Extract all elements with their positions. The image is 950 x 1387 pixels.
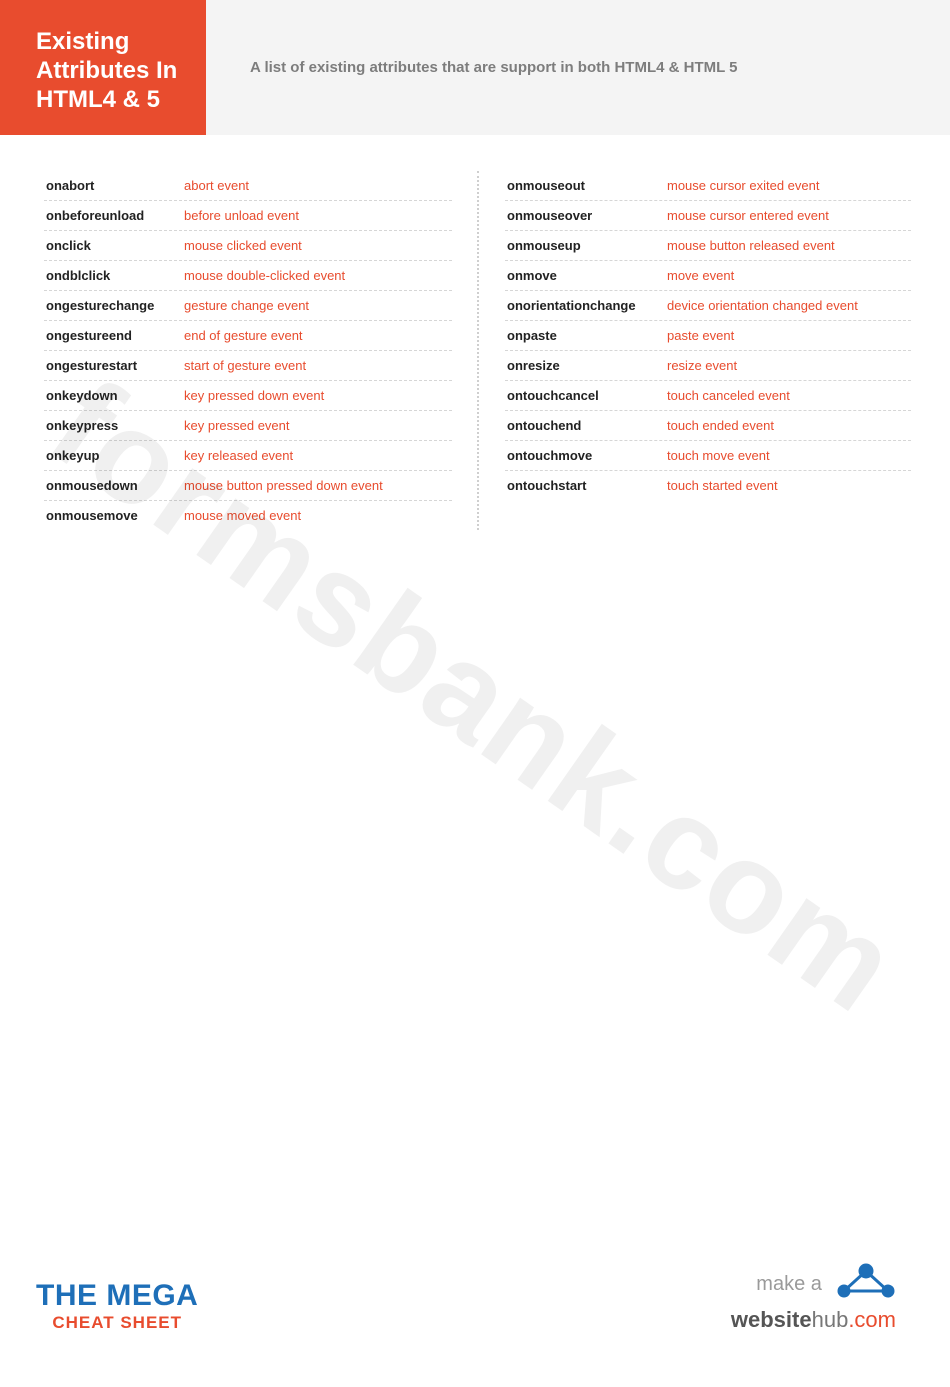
- mega-line2: CHEAT SHEET: [36, 1313, 198, 1333]
- attribute-name: onbeforeunload: [46, 208, 184, 223]
- attribute-description: key pressed down event: [184, 388, 324, 403]
- attribute-row: onkeypresskey pressed event: [44, 411, 452, 441]
- attribute-name: onmove: [507, 268, 667, 283]
- title-line-3: HTML4 & 5: [36, 86, 184, 115]
- attribute-description: mouse double-clicked event: [184, 268, 345, 283]
- attribute-name: onmouseout: [507, 178, 667, 193]
- attribute-row: ontouchstarttouch started event: [505, 471, 911, 500]
- attribute-row: ongesturestartstart of gesture event: [44, 351, 452, 381]
- attribute-row: onmouseoutmouse cursor exited event: [505, 171, 911, 201]
- attribute-description: key released event: [184, 448, 293, 463]
- attribute-name: ontouchmove: [507, 448, 667, 463]
- attribute-row: ontouchcanceltouch canceled event: [505, 381, 911, 411]
- websitehub-logo: make a websitehub.com: [731, 1261, 896, 1333]
- subtitle: A list of existing attributes that are s…: [206, 0, 950, 135]
- network-icon: [834, 1261, 896, 1307]
- attribute-description: mouse button pressed down event: [184, 478, 383, 493]
- header-bar: Existing Attributes In HTML4 & 5 A list …: [0, 0, 950, 135]
- attribute-name: onpaste: [507, 328, 667, 343]
- attribute-row: onkeydownkey pressed down event: [44, 381, 452, 411]
- attribute-description: mouse button released event: [667, 238, 835, 253]
- mega-cheat-sheet-logo: THE MEGA CHEAT SHEET: [36, 1279, 198, 1333]
- attribute-description: resize event: [667, 358, 737, 373]
- hub-brand-rest: hub: [812, 1307, 849, 1332]
- attribute-row: onkeyupkey released event: [44, 441, 452, 471]
- attribute-description: paste event: [667, 328, 734, 343]
- attribute-name: onmousemove: [46, 508, 184, 523]
- attribute-row: onmousemovemouse moved event: [44, 501, 452, 530]
- attribute-description: mouse cursor entered event: [667, 208, 829, 223]
- attribute-row: ontouchmovetouch move event: [505, 441, 911, 471]
- attribute-name: onorientationchange: [507, 298, 667, 313]
- attribute-description: mouse clicked event: [184, 238, 302, 253]
- attribute-row: onmovemove event: [505, 261, 911, 291]
- attribute-name: ontouchend: [507, 418, 667, 433]
- attribute-row: onabortabort event: [44, 171, 452, 201]
- attribute-name: ontouchcancel: [507, 388, 667, 403]
- attribute-row: onclickmouse clicked event: [44, 231, 452, 261]
- mega-line1: THE MEGA: [36, 1279, 198, 1313]
- attribute-description: before unload event: [184, 208, 299, 223]
- attributes-column-left: onabortabort eventonbeforeunloadbefore u…: [44, 171, 478, 530]
- attribute-description: touch canceled event: [667, 388, 790, 403]
- hub-line1: make a: [756, 1273, 822, 1295]
- attribute-description: mouse cursor exited event: [667, 178, 819, 193]
- attribute-row: onmousedownmouse button pressed down eve…: [44, 471, 452, 501]
- attribute-row: ontouchendtouch ended event: [505, 411, 911, 441]
- attribute-name: onresize: [507, 358, 667, 373]
- attribute-row: onmouseovermouse cursor entered event: [505, 201, 911, 231]
- hub-brand: websitehub.com: [731, 1307, 896, 1333]
- attribute-row: ongestureendend of gesture event: [44, 321, 452, 351]
- content-area: formsbank.com onabortabort eventonbefore…: [0, 135, 950, 530]
- attribute-row: onmouseupmouse button released event: [505, 231, 911, 261]
- hub-brand-bold: website: [731, 1307, 812, 1332]
- attribute-name: onkeydown: [46, 388, 184, 403]
- attribute-name: onkeypress: [46, 418, 184, 433]
- attribute-description: device orientation changed event: [667, 298, 858, 313]
- attribute-description: move event: [667, 268, 734, 283]
- attribute-name: ongesturestart: [46, 358, 184, 373]
- attribute-description: start of gesture event: [184, 358, 306, 373]
- attribute-name: onclick: [46, 238, 184, 253]
- attribute-row: onresizeresize event: [505, 351, 911, 381]
- hub-dotcom: .com: [848, 1307, 896, 1332]
- attribute-name: onmouseup: [507, 238, 667, 253]
- attribute-description: touch started event: [667, 478, 778, 493]
- attribute-row: onorientationchangedevice orientation ch…: [505, 291, 911, 321]
- title-line-1: Existing: [36, 28, 184, 57]
- attribute-description: end of gesture event: [184, 328, 303, 343]
- attribute-name: ongesturechange: [46, 298, 184, 313]
- attribute-description: mouse moved event: [184, 508, 301, 523]
- attribute-description: key pressed event: [184, 418, 290, 433]
- attribute-description: abort event: [184, 178, 249, 193]
- footer: THE MEGA CHEAT SHEET make a websitehub: [36, 1261, 896, 1333]
- attribute-row: ondblclickmouse double-clicked event: [44, 261, 452, 291]
- attribute-row: onpastepaste event: [505, 321, 911, 351]
- attribute-row: ongesturechangegesture change event: [44, 291, 452, 321]
- attribute-name: onmousedown: [46, 478, 184, 493]
- attribute-name: ongestureend: [46, 328, 184, 343]
- attribute-name: onmouseover: [507, 208, 667, 223]
- title-line-2: Attributes In: [36, 57, 184, 86]
- attribute-name: ondblclick: [46, 268, 184, 283]
- attributes-column-right: onmouseoutmouse cursor exited eventonmou…: [477, 171, 911, 530]
- title-block: Existing Attributes In HTML4 & 5: [0, 0, 206, 135]
- attribute-row: onbeforeunloadbefore unload event: [44, 201, 452, 231]
- attribute-name: ontouchstart: [507, 478, 667, 493]
- attribute-description: gesture change event: [184, 298, 309, 313]
- attribute-name: onkeyup: [46, 448, 184, 463]
- attribute-description: touch move event: [667, 448, 770, 463]
- attribute-name: onabort: [46, 178, 184, 193]
- attribute-description: touch ended event: [667, 418, 774, 433]
